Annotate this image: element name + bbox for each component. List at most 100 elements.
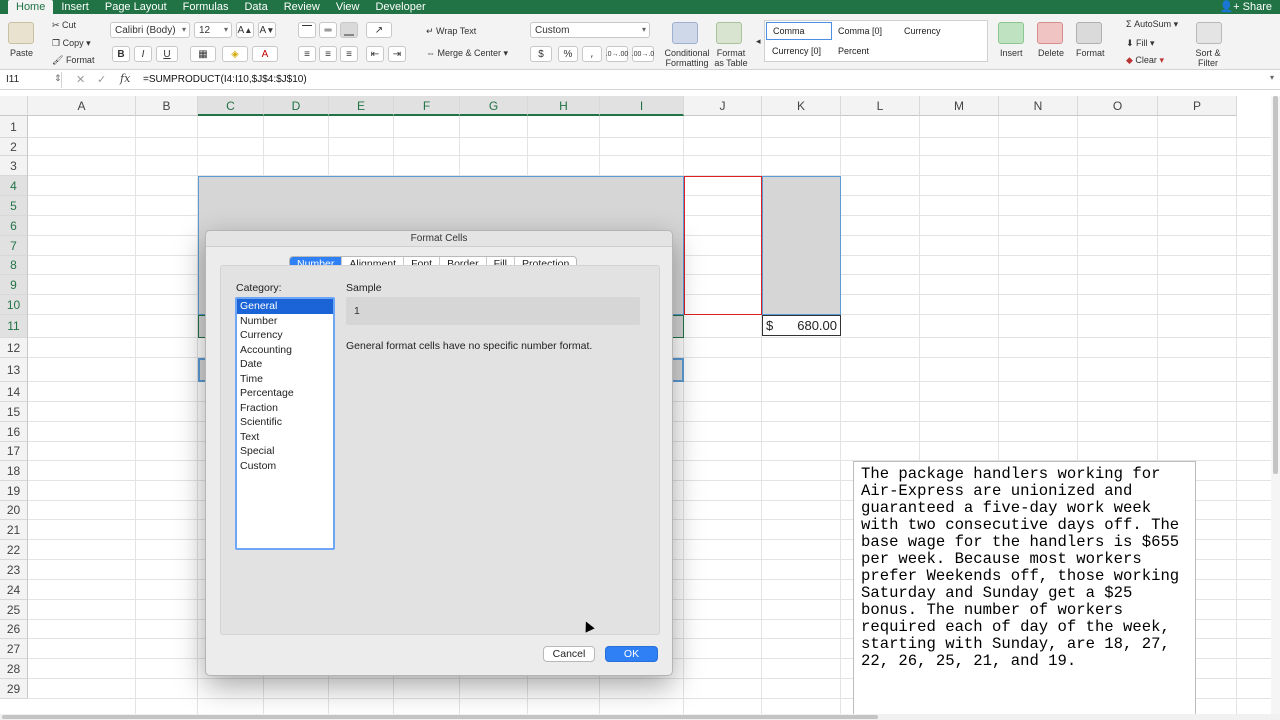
category-list[interactable]: General Number Currency Accounting Date Time P… <box>235 297 335 550</box>
font-name-select[interactable]: Calibri (Body) <box>110 22 190 38</box>
ok-button[interactable]: OK <box>605 646 658 662</box>
formula-input[interactable]: =SUMPRODUCT(I4:I10,$J$4:$J$10) <box>143 74 307 85</box>
column-header-C[interactable]: C <box>198 96 264 116</box>
row-header-1[interactable]: 1 <box>0 116 28 138</box>
orientation-icon[interactable]: ↗ <box>366 22 392 38</box>
row-header-22[interactable]: 22 <box>0 540 28 560</box>
total-value-cell[interactable]: $680.00 <box>762 315 841 336</box>
borders-icon[interactable]: ▦ <box>190 46 216 62</box>
row-header-14[interactable]: 14 <box>0 382 28 402</box>
sort-filter-icon[interactable] <box>1196 22 1222 44</box>
category-item-fraction[interactable]: Fraction <box>237 401 333 416</box>
column-header-N[interactable]: N <box>999 96 1078 116</box>
underline-button[interactable]: U <box>156 46 178 62</box>
category-item-text[interactable]: Text <box>237 430 333 445</box>
row-header-5[interactable]: 5 <box>0 196 28 216</box>
style-percent[interactable]: Percent <box>832 43 875 59</box>
ribbon-tab-page-layout[interactable]: Page Layout <box>97 0 175 14</box>
row-header-4[interactable]: 4 <box>0 176 28 196</box>
column-header-B[interactable]: B <box>136 96 198 116</box>
column-header-M[interactable]: M <box>920 96 999 116</box>
row-header-11[interactable]: 11 <box>0 315 28 338</box>
column-header-P[interactable]: P <box>1158 96 1237 116</box>
font-size-select[interactable]: 12 <box>194 22 232 38</box>
comma-style-button[interactable]: ⸴ <box>582 46 602 62</box>
style-currency-0[interactable]: Currency [0] <box>766 43 827 59</box>
row-header-20[interactable]: 20 <box>0 501 28 520</box>
category-item-custom[interactable]: Custom <box>237 459 333 474</box>
decrease-font-icon[interactable]: A ▼ <box>258 22 276 38</box>
column-header-K[interactable]: K <box>762 96 841 116</box>
column-header-I[interactable]: I <box>600 96 684 116</box>
column-header-D[interactable]: D <box>264 96 329 116</box>
row-header-28[interactable]: 28 <box>0 659 28 679</box>
row-header-23[interactable]: 23 <box>0 560 28 580</box>
row-header-17[interactable]: 17 <box>0 442 28 461</box>
horizontal-scroll-thumb[interactable] <box>2 715 878 719</box>
column-header-H[interactable]: H <box>528 96 600 116</box>
name-box[interactable]: I11 <box>0 72 62 88</box>
autosum-button[interactable]: Σ AutoSum ▾ <box>1126 19 1178 30</box>
ribbon-tab-home[interactable]: Home <box>8 0 54 14</box>
horizontal-scrollbar[interactable] <box>0 714 1280 720</box>
vertical-scrollbar[interactable] <box>1271 96 1280 714</box>
category-item-time[interactable]: Time <box>237 372 333 387</box>
column-header-J[interactable]: J <box>684 96 762 116</box>
column-header-G[interactable]: G <box>460 96 528 116</box>
column-header-F[interactable]: F <box>394 96 460 116</box>
align-middle-icon[interactable]: ═ <box>319 22 337 38</box>
format-painter-button[interactable]: 🖌 Format <box>52 55 94 66</box>
percent-style-button[interactable]: % <box>558 46 578 62</box>
row-header-16[interactable]: 16 <box>0 422 28 442</box>
vertical-scroll-thumb[interactable] <box>1273 96 1278 474</box>
problem-text-box[interactable]: The package handlers working for Air-Exp… <box>853 461 1196 720</box>
bold-button[interactable]: B <box>112 46 130 62</box>
decrease-decimal-button[interactable]: .00→.0 <box>632 46 654 62</box>
column-header-A[interactable]: A <box>28 96 136 116</box>
name-box-dropdown-icon[interactable]: ⇕ <box>54 73 62 84</box>
ribbon-tab-developer[interactable]: Developer <box>367 0 433 14</box>
insert-cells-icon[interactable] <box>998 22 1024 44</box>
ribbon-tab-review[interactable]: Review <box>276 0 328 14</box>
cancel-entry-icon[interactable]: ✕ <box>76 73 85 86</box>
row-header-3[interactable]: 3 <box>0 156 28 176</box>
styles-prev-icon[interactable]: ◂ <box>756 36 761 47</box>
increase-decimal-button[interactable]: .0→.00 <box>606 46 628 62</box>
ribbon-tab-insert[interactable]: Insert <box>53 0 97 14</box>
format-as-table-icon[interactable] <box>716 22 742 44</box>
format-cells-icon[interactable] <box>1076 22 1102 44</box>
number-format-select[interactable]: Custom <box>530 22 650 38</box>
category-item-percentage[interactable]: Percentage <box>237 386 333 401</box>
wrap-text-button[interactable]: ↵ Wrap Text <box>426 26 476 37</box>
row-header-19[interactable]: 19 <box>0 481 28 501</box>
row-header-24[interactable]: 24 <box>0 580 28 600</box>
fill-button[interactable]: ⬇ Fill ▾ <box>1126 38 1155 49</box>
merge-center-button[interactable]: ⇔ Merge & Center ▾ <box>426 48 508 59</box>
confirm-entry-icon[interactable]: ✓ <box>97 73 106 86</box>
paste-icon[interactable] <box>8 22 34 44</box>
row-header-15[interactable]: 15 <box>0 402 28 422</box>
category-item-accounting[interactable]: Accounting <box>237 343 333 358</box>
row-header-13[interactable]: 13 <box>0 358 28 382</box>
category-item-special[interactable]: Special <box>237 444 333 459</box>
column-header-E[interactable]: E <box>329 96 394 116</box>
align-center-icon[interactable]: ≡ <box>319 46 337 62</box>
ribbon-tab-view[interactable]: View <box>328 0 368 14</box>
decrease-indent-icon[interactable]: ⇤ <box>366 46 384 62</box>
fill-color-icon[interactable]: ◈ <box>222 46 248 62</box>
italic-button[interactable]: I <box>134 46 152 62</box>
copy-button[interactable]: ❐ Copy ▾ <box>52 38 91 49</box>
style-comma[interactable]: Comma <box>766 22 832 40</box>
row-header-29[interactable]: 29 <box>0 679 28 699</box>
align-top-icon[interactable]: ⎺ <box>298 22 316 38</box>
category-item-currency[interactable]: Currency <box>237 328 333 343</box>
category-item-scientific[interactable]: Scientific <box>237 415 333 430</box>
row-header-21[interactable]: 21 <box>0 520 28 540</box>
row-header-9[interactable]: 9 <box>0 275 28 295</box>
align-right-icon[interactable]: ≡ <box>340 46 358 62</box>
category-item-date[interactable]: Date <box>237 357 333 372</box>
clear-button[interactable]: ◆ Clear ▾ <box>1126 55 1164 66</box>
row-header-26[interactable]: 26 <box>0 620 28 639</box>
row-header-7[interactable]: 7 <box>0 236 28 256</box>
category-item-number[interactable]: Number <box>237 314 333 329</box>
